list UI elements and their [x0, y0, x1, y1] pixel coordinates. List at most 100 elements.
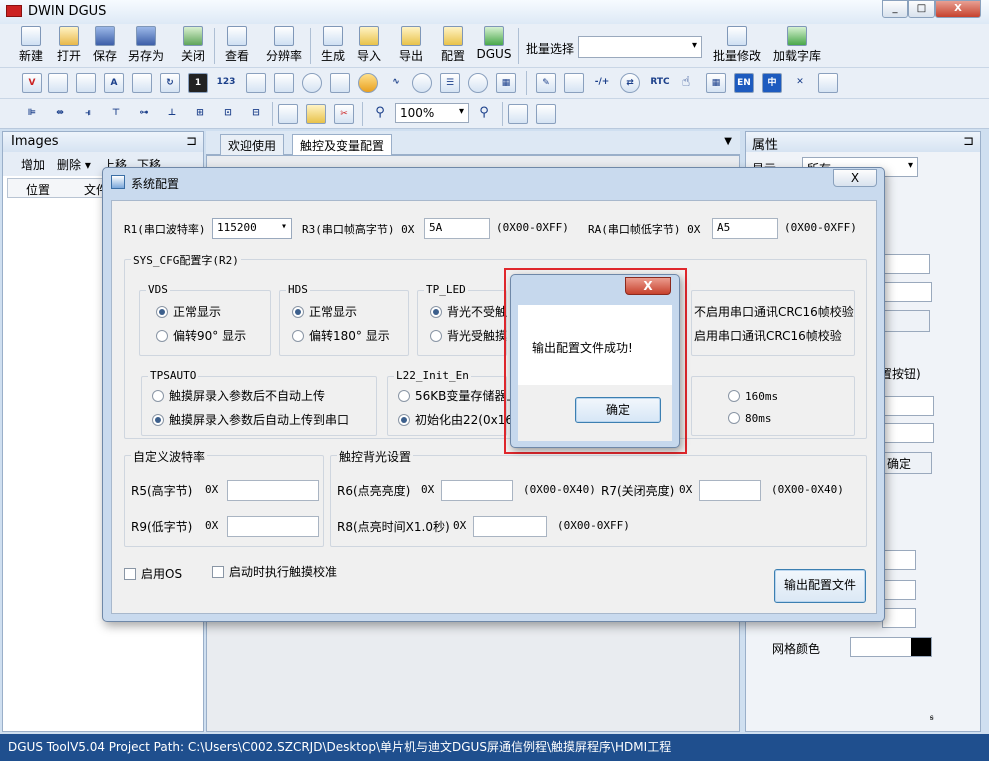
send-back-icon[interactable] — [536, 104, 556, 124]
edit-icon[interactable]: ✎ — [536, 73, 556, 93]
rtc-icon[interactable]: RTC — [648, 73, 672, 93]
palette-icon[interactable] — [818, 73, 838, 93]
grid-color-picker[interactable] — [850, 637, 932, 657]
bullet-list-icon[interactable]: ☰ — [440, 73, 460, 93]
batch-modify-button[interactable]: 批量修改 — [710, 26, 764, 66]
qr-code-icon[interactable]: ▦ — [496, 73, 516, 93]
close-window-button[interactable]: X — [935, 0, 981, 18]
chinese-keyboard-icon[interactable]: 中 — [762, 73, 782, 93]
maximize-button[interactable]: □ — [908, 0, 935, 18]
load-font-button[interactable]: 加载字库 — [770, 26, 824, 66]
icon-display-icon[interactable] — [48, 73, 68, 93]
zoom-out-icon[interactable]: ⚲ — [474, 104, 494, 124]
spin-field[interactable] — [882, 550, 916, 570]
config-button[interactable]: 配置 — [436, 26, 470, 66]
spin-field[interactable] — [884, 396, 934, 416]
save-as-button[interactable]: 另存为 — [124, 26, 168, 66]
tab-welcome[interactable]: 欢迎使用 — [220, 134, 285, 155]
add-image-button[interactable]: 增加 — [21, 156, 45, 173]
keypad-icon[interactable]: ▦ — [706, 73, 726, 93]
crc-enable-radio[interactable]: 启用串口通讯CRC16帧校验 — [694, 327, 842, 344]
tab-touch-config[interactable]: 触控及变量配置 — [292, 134, 393, 155]
switch-icon[interactable]: ⇄ — [620, 73, 640, 93]
tpsauto-on-radio[interactable]: 触摸屏录入参数后自动上传到串口 — [152, 411, 349, 428]
grid-icon[interactable] — [76, 73, 96, 93]
ok-button[interactable]: 确定 — [575, 397, 661, 423]
number-display-icon[interactable]: 123 — [216, 73, 236, 93]
english-keyboard-icon[interactable]: EN — [734, 73, 754, 93]
curve-icon[interactable]: ∿ — [386, 73, 406, 93]
align-top-icon[interactable]: ⊤ — [106, 104, 126, 124]
vds-rotate-radio[interactable]: 偏转90° 显示 — [156, 327, 246, 344]
align-right-icon[interactable]: ⫣ — [78, 104, 98, 124]
crc-disable-radio[interactable]: 不启用串口通讯CRC16帧校验 — [694, 303, 854, 320]
pin-icon[interactable]: ⊐ — [186, 134, 197, 149]
text-icon[interactable]: A — [104, 73, 124, 93]
spin-field[interactable] — [884, 423, 934, 443]
r3-input[interactable]: 5A — [424, 218, 490, 239]
tpsauto-off-radio[interactable]: 触摸屏录入参数后不自动上传 — [152, 387, 325, 404]
distribute-icon[interactable]: ⊞ — [190, 104, 210, 124]
clock-icon[interactable] — [302, 73, 322, 93]
image-icon[interactable] — [132, 73, 152, 93]
vds-normal-radio[interactable]: 正常显示 — [156, 303, 221, 320]
monitor-icon[interactable] — [330, 73, 350, 93]
r9-input[interactable] — [227, 516, 319, 537]
circles-icon[interactable] — [468, 73, 488, 93]
confirm-button[interactable]: 确定 — [882, 452, 932, 474]
bring-front-icon[interactable] — [508, 104, 528, 124]
message-close-button[interactable]: X — [625, 277, 671, 295]
r5-input[interactable] — [227, 480, 319, 501]
align-center-icon[interactable]: ⇹ — [50, 104, 70, 124]
digit-icon[interactable]: 1 — [188, 73, 208, 93]
ruler-icon[interactable] — [564, 73, 584, 93]
same-size-icon[interactable]: ⊡ — [218, 104, 238, 124]
copy-icon[interactable] — [278, 104, 298, 124]
dialog-close-button[interactable]: X — [833, 169, 877, 187]
tab-list-dropdown-icon[interactable]: ▼ — [724, 136, 732, 147]
zoom-in-icon[interactable]: ⚲ — [370, 104, 390, 124]
hand-pointer-icon[interactable]: ☝ — [676, 73, 696, 93]
align-bottom-icon[interactable]: ⊥ — [162, 104, 182, 124]
r6-input[interactable] — [441, 480, 513, 501]
gauge-icon[interactable] — [358, 73, 378, 93]
align-left-icon[interactable]: ⊫ — [22, 104, 42, 124]
hds-rotate-radio[interactable]: 偏转180° 显示 — [292, 327, 390, 344]
new-button[interactable]: 新建 — [14, 26, 48, 66]
align-middle-icon[interactable]: ⊶ — [134, 104, 154, 124]
enable-os-checkbox[interactable]: 启用OS — [124, 565, 182, 582]
rotate-icon[interactable]: ↻ — [160, 73, 180, 93]
batch-select-dropdown[interactable] — [578, 36, 702, 58]
tp-led-on-radio[interactable]: 背光受触摸 — [430, 327, 507, 344]
paste-icon[interactable] — [306, 104, 326, 124]
r7-input[interactable] — [699, 480, 761, 501]
export-config-button[interactable]: 输出配置文件 — [774, 569, 866, 603]
ra-input[interactable]: A5 — [712, 218, 778, 239]
zoom-dropdown[interactable]: 100% — [395, 103, 469, 123]
r8-input[interactable] — [473, 516, 547, 537]
document-icon[interactable] — [246, 73, 266, 93]
tp-led-off-radio[interactable]: 背光不受触 — [430, 303, 507, 320]
column-position[interactable]: 位置 — [26, 181, 50, 198]
shape-icon[interactable] — [412, 73, 432, 93]
save-button[interactable]: 保存 — [88, 26, 122, 66]
spin-field[interactable] — [882, 608, 916, 628]
increment-icon[interactable]: -/+ — [592, 73, 612, 93]
resize-icon[interactable]: ⊟ — [246, 104, 266, 124]
cut-icon[interactable]: ✂ — [334, 104, 354, 124]
view-button[interactable]: 查看 — [220, 26, 254, 66]
touch-calibrate-checkbox[interactable]: 启动时执行触摸校准 — [212, 563, 337, 580]
generate-button[interactable]: 生成 — [316, 26, 350, 66]
list-icon[interactable] — [274, 73, 294, 93]
variable-icon[interactable]: V — [22, 73, 42, 93]
spin-field[interactable] — [882, 580, 916, 600]
resolution-button[interactable]: 分辨率 — [262, 26, 306, 66]
timing-80-radio[interactable]: 80ms — [728, 411, 772, 425]
dgus-button[interactable]: DGUS — [474, 26, 514, 66]
hds-normal-radio[interactable]: 正常显示 — [292, 303, 357, 320]
pin-icon[interactable]: ⊐ — [963, 134, 974, 149]
timing-160-radio[interactable]: 160ms — [728, 389, 778, 403]
export-button[interactable]: 导出 — [394, 26, 428, 66]
import-button[interactable]: 导入 — [352, 26, 386, 66]
open-button[interactable]: 打开 — [52, 26, 86, 66]
